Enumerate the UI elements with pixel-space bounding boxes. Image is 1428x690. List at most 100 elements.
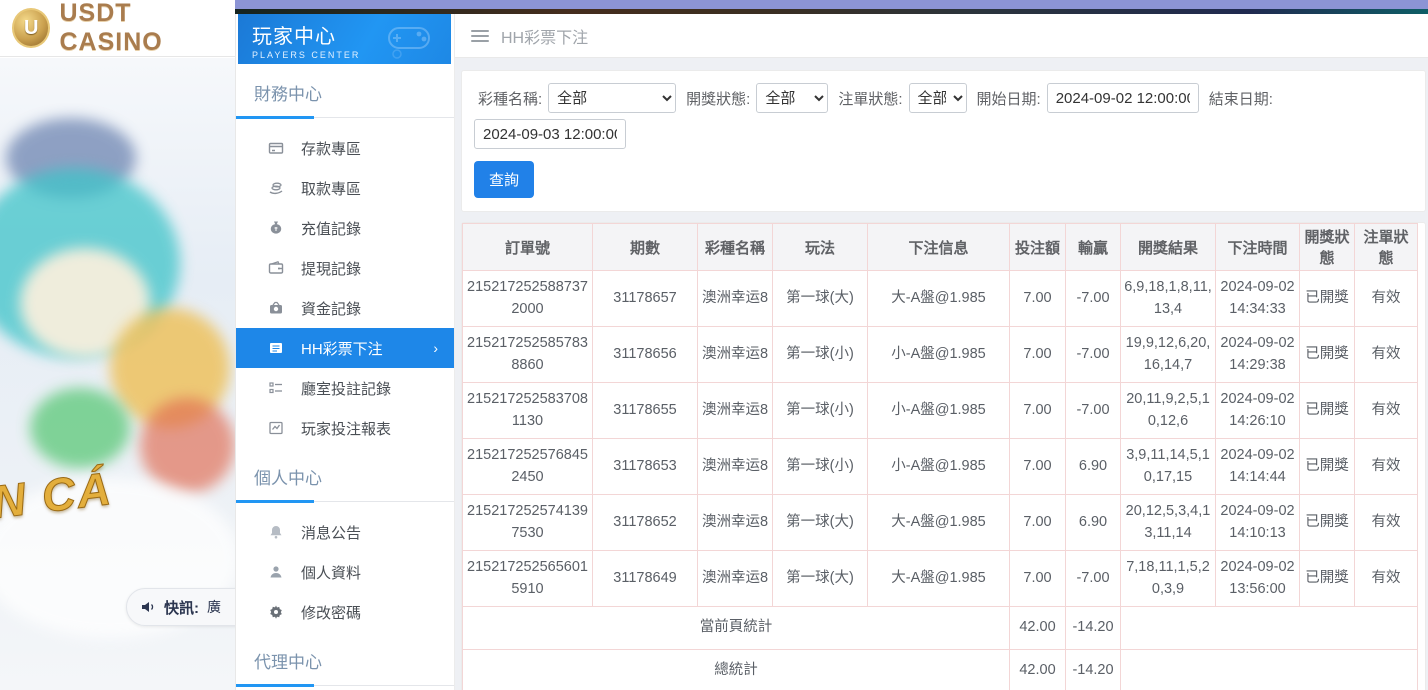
report-chart-icon <box>267 420 284 437</box>
bell-icon <box>267 524 284 541</box>
summary-bet-total: 42.00 <box>1010 650 1066 690</box>
sidebar-item-deposit[interactable]: 存款專區 <box>236 128 454 168</box>
column-header: 注單狀態 <box>1355 224 1418 271</box>
sidebar-item-profile[interactable]: 個人資料 <box>236 552 454 592</box>
sidebar-item-label: 提現記錄 <box>301 258 361 279</box>
end-date-label: 結束日期: <box>1209 88 1273 109</box>
start-date-label: 開始日期: <box>977 88 1041 109</box>
section-divider <box>236 685 454 686</box>
cell-bet-time: 2024-09-02 14:26:10 <box>1216 383 1300 439</box>
cell-draw-result: 3,9,11,14,5,10,17,15 <box>1121 439 1216 495</box>
cell-play-type: 第一球(大) <box>773 495 868 551</box>
wallet-icon <box>267 260 284 277</box>
cell-bet-time: 2024-09-02 14:34:33 <box>1216 271 1300 327</box>
section-divider <box>236 117 454 118</box>
lottery-name-select[interactable]: 全部 <box>548 83 676 113</box>
cell-bet-amount: 7.00 <box>1010 271 1066 327</box>
withdraw-hand-icon <box>267 180 284 197</box>
table-header: 訂單號期數彩種名稱玩法下注信息投注額輸贏開獎結果下注時間開獎狀態注單狀態 <box>463 224 1418 271</box>
cell-lottery-name: 澳洲幸运8 <box>698 551 773 607</box>
draw-status-select[interactable]: 全部 <box>756 83 828 113</box>
sidebar-item-withdrawal-record[interactable]: 提現記錄 <box>236 248 454 288</box>
topbar: HH彩票下注 <box>455 14 1428 58</box>
cell-period: 31178656 <box>593 327 698 383</box>
cell-order-no: 2152172525768452450 <box>463 439 593 495</box>
sidebar-item-room-bet-record[interactable]: 廳室投註記錄 <box>236 368 454 408</box>
cell-draw-status: 已開獎 <box>1300 327 1355 383</box>
lottery-name-label: 彩種名稱: <box>478 88 542 109</box>
cell-draw-result: 19,9,12,6,20,16,14,7 <box>1121 327 1216 383</box>
coin-purse-icon <box>267 300 284 317</box>
chevron-right-icon: › <box>433 340 438 356</box>
summary-label: 總統計 <box>463 650 1010 690</box>
cell-bet-time: 2024-09-02 14:14:44 <box>1216 439 1300 495</box>
cell-bet-amount: 7.00 <box>1010 327 1066 383</box>
cell-order-status: 有效 <box>1355 271 1418 327</box>
table-summary: 當前頁統計 42.00 -14.20 總統計 42.00 -14.20 <box>463 607 1418 690</box>
artwork-blob <box>140 398 235 493</box>
cell-bet-info: 小-A盤@1.985 <box>868 383 1010 439</box>
cell-play-type: 第一球(小) <box>773 439 868 495</box>
cell-order-no: 2152172525857838860 <box>463 327 593 383</box>
order-status-select[interactable]: 全部 <box>909 83 967 113</box>
sidebar-item-announcements[interactable]: 消息公告 <box>236 512 454 552</box>
cell-play-type: 第一球(小) <box>773 383 868 439</box>
table-body: 2152172525887372000 31178657 澳洲幸运8 第一球(大… <box>463 271 1418 607</box>
cell-lottery-name: 澳洲幸运8 <box>698 327 773 383</box>
speaker-icon <box>140 599 156 615</box>
sidebar-item-withdraw[interactable]: 取款專區 <box>236 168 454 208</box>
cell-draw-result: 20,11,9,2,5,10,12,6 <box>1121 383 1216 439</box>
room-record-icon <box>267 380 284 397</box>
cell-winloss: 6.90 <box>1066 439 1121 495</box>
bets-table: 訂單號期數彩種名稱玩法下注信息投注額輸贏開獎結果下注時間開獎狀態注單狀態 215… <box>462 223 1418 690</box>
summary-empty <box>1121 607 1418 650</box>
table-row: 2152172525768452450 31178653 澳洲幸运8 第一球(小… <box>463 439 1418 495</box>
cell-order-status: 有效 <box>1355 327 1418 383</box>
summary-label: 當前頁統計 <box>463 607 1010 650</box>
cell-winloss: -7.00 <box>1066 327 1121 383</box>
sidebar-item-change-password[interactable]: 修改密碼 <box>236 592 454 632</box>
sidebar-item-player-report[interactable]: 玩家投注報表 <box>236 408 454 448</box>
cell-order-status: 有效 <box>1355 495 1418 551</box>
table-header-row: 訂單號期數彩種名稱玩法下注信息投注額輸贏開獎結果下注時間開獎狀態注單狀態 <box>463 224 1418 271</box>
hamburger-menu-icon[interactable] <box>471 30 489 42</box>
sidebar-item-funds-record[interactable]: 資金記錄 <box>236 288 454 328</box>
sidebar-item-label: 玩家投注報表 <box>301 418 391 439</box>
column-header: 訂單號 <box>463 224 593 271</box>
start-date-input[interactable] <box>1047 83 1199 113</box>
cell-bet-info: 大-A盤@1.985 <box>868 495 1010 551</box>
cell-bet-amount: 7.00 <box>1010 551 1066 607</box>
cell-bet-time: 2024-09-02 13:56:00 <box>1216 551 1300 607</box>
cell-order-no: 2152172525887372000 <box>463 271 593 327</box>
summary-bet-total: 42.00 <box>1010 607 1066 650</box>
sidebar-item-recharge-record[interactable]: 充值記錄 <box>236 208 454 248</box>
brand-logo: U USDT CASINO <box>0 0 235 57</box>
cell-period: 31178652 <box>593 495 698 551</box>
top-strip-purple <box>235 0 1428 9</box>
ticker-label: 快訊: <box>164 597 199 618</box>
table-row: 2152172525887372000 31178657 澳洲幸运8 第一球(大… <box>463 271 1418 327</box>
section-divider <box>236 501 454 502</box>
search-button[interactable]: 查詢 <box>474 161 534 198</box>
sidebar-section-agent: 代理中心 <box>236 632 454 679</box>
sidebar-item-label: HH彩票下注 <box>301 338 383 359</box>
column-header: 開獎結果 <box>1121 224 1216 271</box>
cell-lottery-name: 澳洲幸运8 <box>698 271 773 327</box>
cell-order-status: 有效 <box>1355 439 1418 495</box>
sidebar-item-label: 充值記錄 <box>301 218 361 239</box>
cell-draw-status: 已開獎 <box>1300 271 1355 327</box>
cell-winloss: -7.00 <box>1066 271 1121 327</box>
bets-table-card: 訂單號期數彩種名稱玩法下注信息投注額輸贏開獎結果下注時間開獎狀態注單狀態 215… <box>461 222 1426 690</box>
money-bag-icon <box>267 220 284 237</box>
sidebar-item-lottery-bets[interactable]: HH彩票下注 › <box>236 328 454 368</box>
ticker-text: 廣 <box>207 597 221 617</box>
cell-bet-info: 小-A盤@1.985 <box>868 439 1010 495</box>
cell-period: 31178653 <box>593 439 698 495</box>
sidebar-section-personal: 個人中心 <box>236 448 454 495</box>
sidebar-item-label: 修改密碼 <box>301 602 361 623</box>
end-date-input[interactable] <box>474 119 626 149</box>
table-row: 2152172525741397530 31178652 澳洲幸运8 第一球(大… <box>463 495 1418 551</box>
cell-period: 31178655 <box>593 383 698 439</box>
lottery-list-icon <box>267 340 284 357</box>
sidebar: 玩家中心 PLAYERS CENTER 財務中心 存款專區 取款專區 充值記錄 … <box>235 14 455 690</box>
